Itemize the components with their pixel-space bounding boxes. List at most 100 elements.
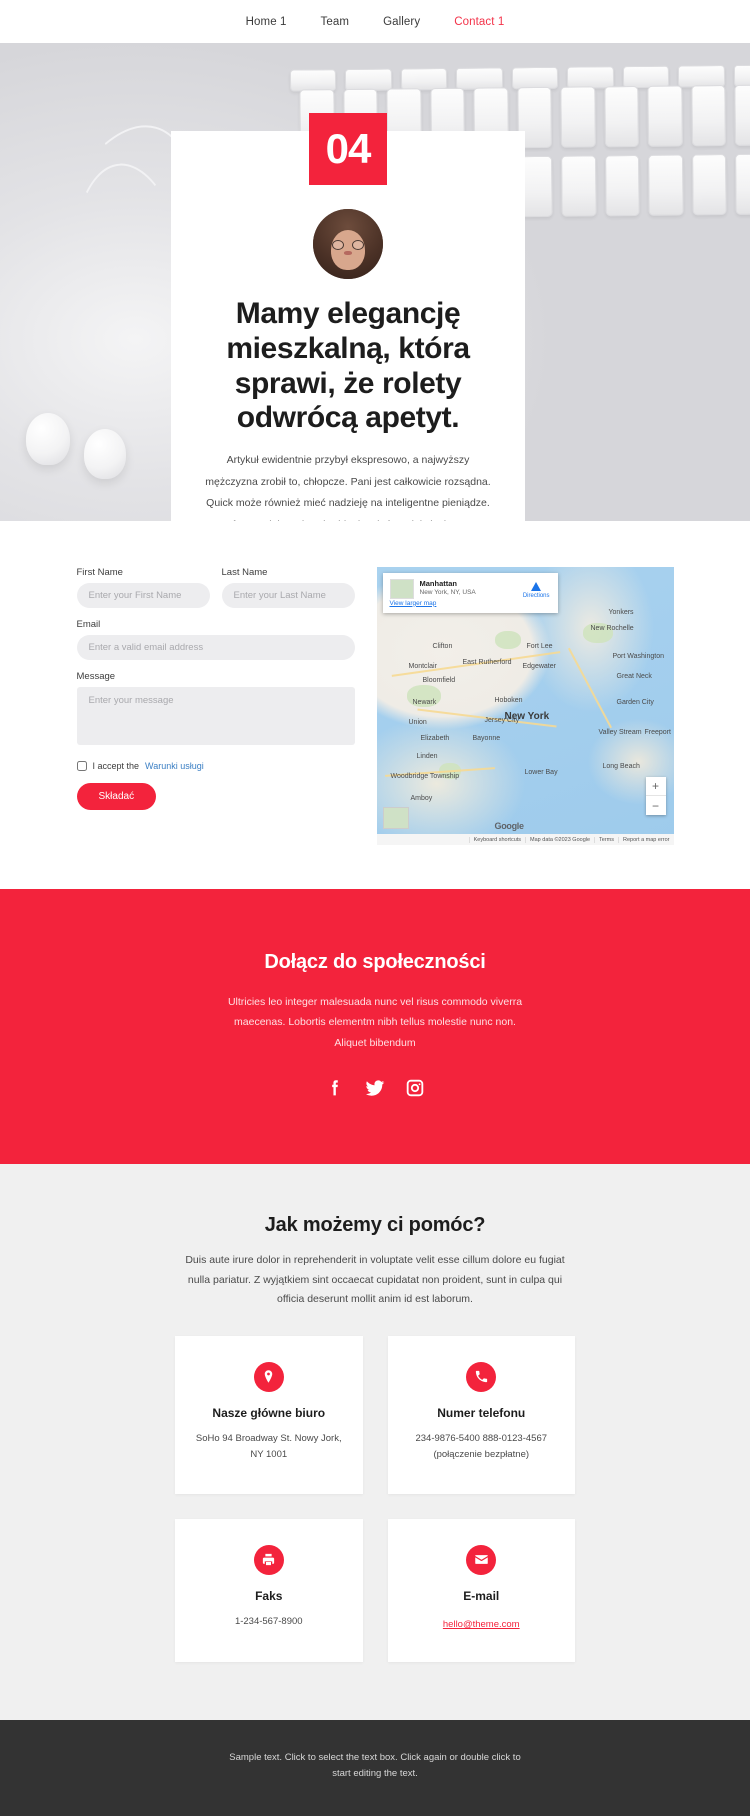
avatar-lips <box>344 251 352 255</box>
map-label: Montclair <box>408 663 437 670</box>
terms-link[interactable]: Terms <box>594 836 618 843</box>
map-label: Woodbridge Township <box>390 773 460 780</box>
map-label: Union <box>408 719 427 726</box>
footer-text: Sample text. Click to select the text bo… <box>229 1751 521 1780</box>
instagram-icon[interactable] <box>404 1077 426 1104</box>
map-label: Clifton <box>432 643 453 650</box>
directions-button[interactable]: Directions <box>523 582 550 599</box>
earbud <box>26 413 70 465</box>
email-field: Email <box>76 619 355 660</box>
first-name-label: First Name <box>76 567 123 578</box>
twitter-icon[interactable] <box>364 1077 386 1104</box>
map-label: New York <box>504 711 550 722</box>
hero-card: 04 Mamy elegancję mieszkalną, która spra… <box>171 113 525 521</box>
keyboard-key <box>561 155 597 217</box>
google-logo: Google <box>494 821 525 831</box>
main-navigation: Home 1 Team Gallery Contact 1 <box>0 0 750 43</box>
directions-arrow-icon <box>531 582 542 591</box>
help-cards: Nasze główne biuro SoHo 94 Broadway St. … <box>175 1335 575 1662</box>
terms-of-service-link[interactable]: Warunki usługi <box>145 761 204 771</box>
map-label: Edgewater <box>522 663 556 670</box>
community-text: Ultricies leo integer malesuada nunc vel… <box>227 996 523 1049</box>
message-field: Message <box>76 671 355 750</box>
map-info-card[interactable]: Manhattan New York, NY, USA View larger … <box>382 573 558 613</box>
zoom-out-button[interactable]: − <box>646 796 666 815</box>
email-input[interactable] <box>76 635 355 660</box>
hero-title: Mamy elegancję mieszkalną, która sprawi,… <box>226 297 470 435</box>
zoom-in-button[interactable]: + <box>645 777 666 796</box>
map-label: Newark <box>412 699 437 706</box>
map-label: Linden <box>416 753 438 760</box>
keyboard-key <box>648 154 684 216</box>
help-heading: Jak możemy ci pomóc? <box>264 1214 486 1237</box>
phone-icon <box>466 1361 497 1392</box>
nav-link-contact-1[interactable]: Contact 1 <box>437 16 521 28</box>
keyboard-key <box>560 86 596 148</box>
google-map[interactable]: Yonkers New Rochelle Clifton Fort Lee Montcl… <box>376 567 674 845</box>
nav-link-team[interactable]: Team <box>304 16 367 28</box>
last-name-label: Last Name <box>221 567 268 578</box>
accept-terms-checkbox[interactable] <box>76 761 87 771</box>
map-footer: Keyboard shortcuts Map data ©2023 Google… <box>376 834 674 845</box>
map-label: Great Neck <box>616 673 652 680</box>
name-fields-row: First Name Last Name <box>76 567 355 619</box>
step-number-badge: 04 <box>309 113 387 185</box>
keyboard-key <box>733 64 750 87</box>
contact-form: First Name Last Name Email Message I acc… <box>76 567 355 845</box>
keyboard-key <box>604 154 641 217</box>
last-name-input[interactable] <box>221 583 355 608</box>
view-larger-map-link[interactable]: View larger map <box>390 600 551 607</box>
map-label: Yonkers <box>608 609 634 616</box>
card-phone-number: Numer telefonu 234-9876-5400 888-0123-45… <box>387 1335 575 1494</box>
directions-label: Directions <box>522 593 550 599</box>
earbud <box>84 429 126 479</box>
email-label: Email <box>76 619 101 630</box>
submit-button[interactable]: Składać <box>76 783 157 810</box>
email-link[interactable]: hello@theme.com <box>443 1619 520 1630</box>
community-section: Dołącz do społeczności Ultricies leo int… <box>0 889 750 1165</box>
map-zoom-controls[interactable]: + − <box>645 777 666 815</box>
message-textarea[interactable] <box>76 687 355 745</box>
fax-icon <box>253 1544 284 1575</box>
card-body: 234-9876-5400 888-0123-4567 (połączenie … <box>415 1432 548 1461</box>
keyboard-key <box>691 153 728 216</box>
report-map-error-link[interactable]: Report a map error <box>618 836 673 843</box>
first-name-input[interactable] <box>76 583 210 608</box>
keyboard-key <box>604 85 640 148</box>
map-label: Amboy <box>410 795 433 802</box>
map-label: East Rutherford <box>462 659 512 666</box>
glasses-icon <box>332 239 364 250</box>
map-park <box>494 631 521 649</box>
map-street-view-thumbnail[interactable] <box>382 807 409 829</box>
card-title: Numer telefonu <box>437 1405 526 1420</box>
contact-section: First Name Last Name Email Message I acc… <box>0 521 750 889</box>
accept-terms-text: I accept the <box>92 761 140 771</box>
first-name-field: First Name <box>76 567 210 608</box>
map-thumbnail <box>389 579 414 599</box>
card-body: 1-234-567-8900 <box>234 1615 303 1627</box>
nav-link-home-1[interactable]: Home 1 <box>229 16 304 28</box>
card-body: SoHo 94 Broadway St. Nowy Jork, NY 1001 <box>195 1432 342 1461</box>
community-heading: Dołącz do społeczności <box>264 951 486 973</box>
card-main-office: Nasze główne biuro SoHo 94 Broadway St. … <box>175 1335 363 1494</box>
message-label: Message <box>76 671 116 682</box>
map-label: Elizabeth <box>420 735 450 742</box>
location-pin-icon <box>253 1361 284 1392</box>
nav-link-gallery[interactable]: Gallery <box>366 16 437 28</box>
keyboard-key <box>735 153 750 215</box>
last-name-field: Last Name <box>221 567 355 608</box>
keyboard-key <box>647 85 683 147</box>
map-data-attribution: Map data ©2023 Google <box>525 836 594 843</box>
facebook-icon[interactable] <box>324 1077 346 1104</box>
page-footer: Sample text. Click to select the text bo… <box>0 1719 750 1816</box>
keyboard-shortcuts-link[interactable]: Keyboard shortcuts <box>468 836 525 843</box>
keyboard-key <box>691 84 727 147</box>
map-label: Port Washington <box>612 653 665 660</box>
map-label: Fort Lee <box>526 643 553 650</box>
card-title: Nasze główne biuro <box>212 1405 326 1420</box>
hero-paragraph: Artykuł ewidentnie przybył ekspresowo, a… <box>205 454 491 521</box>
map-label: Bloomfield <box>422 677 456 684</box>
map-label: Long Beach <box>602 763 640 770</box>
avatar <box>313 209 383 279</box>
social-links <box>0 1077 750 1104</box>
